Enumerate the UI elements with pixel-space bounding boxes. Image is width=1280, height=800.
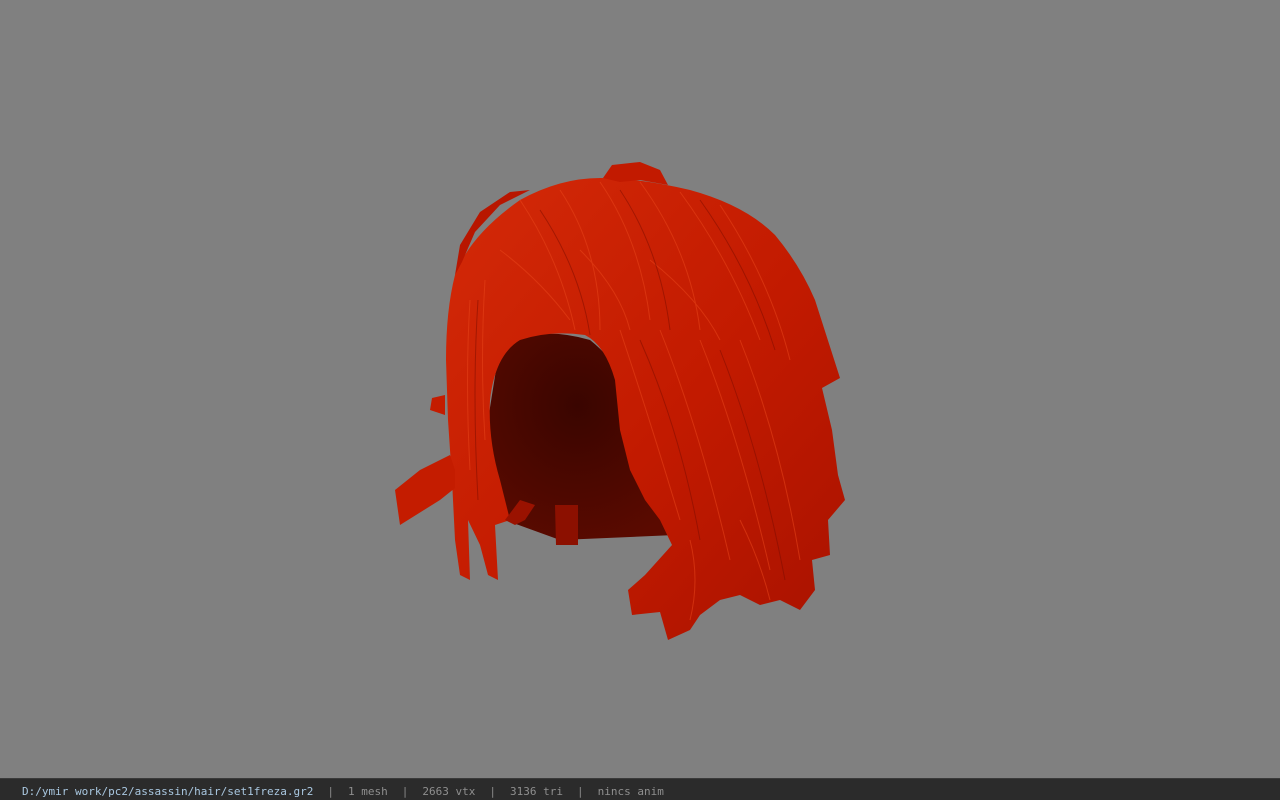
status-separator: | <box>489 785 497 798</box>
mesh-count-label: 1 mesh <box>348 785 388 798</box>
animation-status-label: nincs anim <box>597 785 664 798</box>
hair-strand-bottom-1 <box>555 505 578 545</box>
hair-strand-left-2 <box>430 395 445 415</box>
hair-model-render <box>395 162 845 640</box>
vertex-count-label: 2663 vtx <box>422 785 476 798</box>
status-bar: D:/ymir work/pc2/assassin/hair/set1freza… <box>0 778 1280 800</box>
hair-strand-left-1 <box>395 455 455 525</box>
file-path-label: D:/ymir work/pc2/assassin/hair/set1freza… <box>22 785 314 798</box>
status-separator: | <box>577 785 584 798</box>
triangle-count-label: 3136 tri <box>510 785 563 798</box>
status-separator: | <box>327 785 335 798</box>
status-separator: | <box>401 785 409 798</box>
3d-viewport[interactable] <box>0 0 1280 778</box>
model-viewer-window: D:/ymir work/pc2/assassin/hair/set1freza… <box>0 0 1280 800</box>
